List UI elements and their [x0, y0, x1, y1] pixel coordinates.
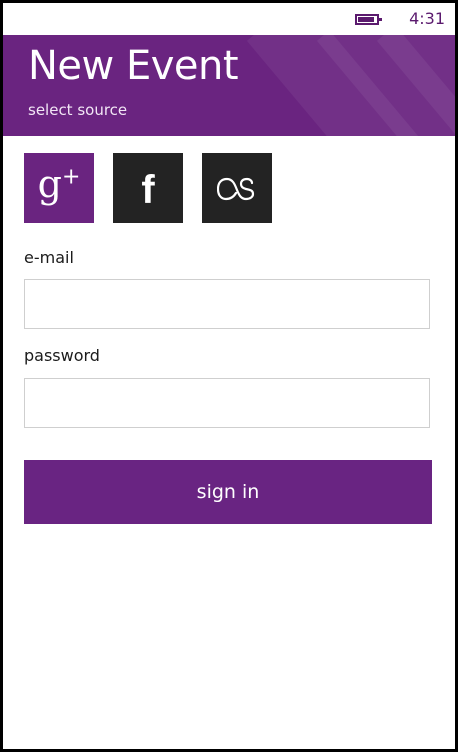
password-field[interactable] [24, 378, 430, 428]
page-header: New Event select source [3, 35, 455, 136]
page-title: New Event [28, 43, 239, 89]
facebook-icon: f [141, 167, 155, 212]
lastfm-button[interactable] [202, 153, 272, 223]
page-subtitle: select source [28, 101, 128, 119]
facebook-button[interactable]: f [113, 153, 183, 223]
sign-in-button[interactable]: sign in [24, 460, 432, 524]
battery-icon [355, 14, 382, 25]
status-bar: 4:31 [3, 3, 455, 35]
email-field[interactable] [24, 279, 430, 329]
password-label: password [24, 346, 100, 365]
google-plus-icon: g+ [37, 162, 81, 206]
google-plus-button[interactable]: g+ [24, 153, 94, 223]
status-time: 4:31 [409, 9, 445, 28]
email-label: e-mail [24, 248, 74, 267]
lastfm-icon [217, 177, 255, 201]
phone-screen: 4:31 New Event select source g+ f e-mail… [0, 0, 458, 752]
